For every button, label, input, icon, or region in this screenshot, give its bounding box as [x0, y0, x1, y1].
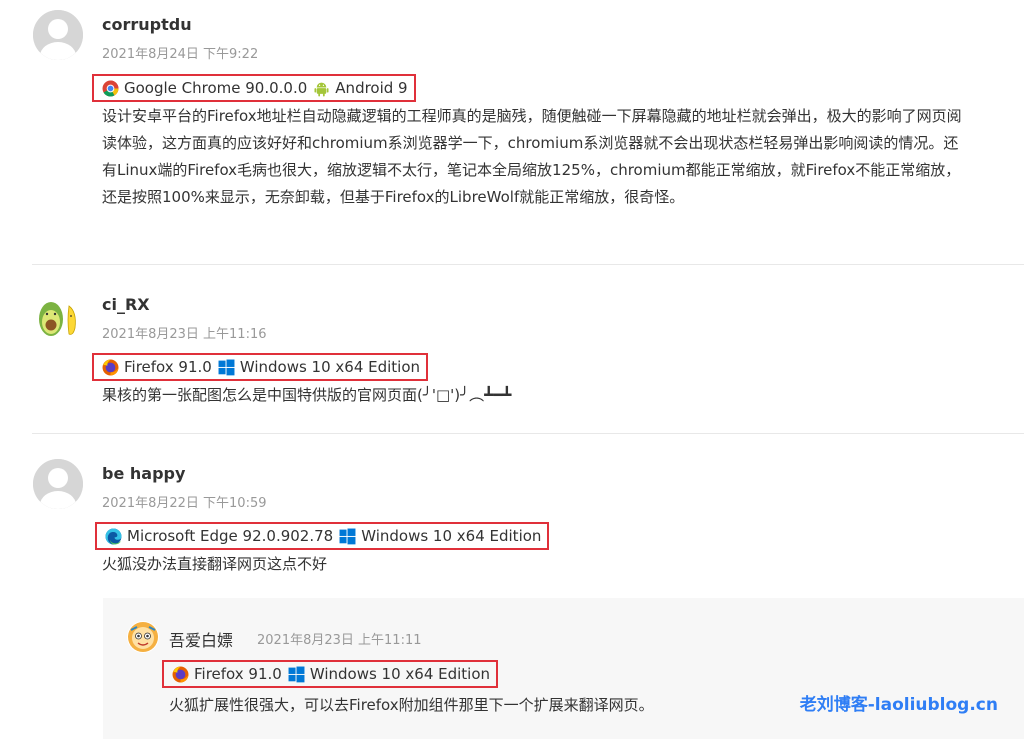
comment-text: 果核的第一张配图怎么是中国特供版的官网页面(╯'□')╯︵┻━┻: [102, 386, 512, 404]
default-avatar[interactable]: [33, 459, 83, 509]
comment-text: 设计安卓平台的Firefox地址栏自动隐藏逻辑的工程师真的是脑残，随便触碰一下屏…: [102, 107, 962, 206]
firefox-icon: [102, 359, 119, 376]
user-agent-info: Microsoft Edge 92.0.902.78 Windows 10 x6…: [95, 522, 550, 550]
comment-text: 火狐没办法直接翻译网页这点不好: [102, 555, 328, 573]
browser-name: Google Chrome 90.0.0.0: [124, 79, 308, 97]
browser-name: Firefox 91.0: [124, 358, 212, 376]
browser-name: Firefox 91.0: [194, 665, 282, 683]
windows-icon: [218, 359, 235, 376]
comment-divider: [32, 433, 1024, 434]
windows-icon: [288, 666, 305, 683]
reply-author[interactable]: 吾爱白嫖: [169, 627, 233, 651]
comment-divider: [32, 264, 1024, 265]
windows-icon: [339, 528, 356, 545]
comment-date[interactable]: 2021年8月22日 下午10:59: [102, 492, 267, 511]
os-name: Android 9: [335, 79, 408, 97]
comment-date[interactable]: 2021年8月23日 上午11:16: [102, 323, 267, 342]
reply-text: 火狐扩展性很强大，可以去Firefox附加组件那里下一个扩展来翻译网页。: [169, 696, 654, 714]
os-name: Windows 10 x64 Edition: [361, 527, 542, 545]
comment-date[interactable]: 2021年8月24日 下午9:22: [102, 43, 258, 62]
user-agent-info: Google Chrome 90.0.0.0 Android 9: [92, 74, 416, 102]
user-agent-info: Firefox 91.0 Windows 10 x64 Edition: [162, 660, 499, 688]
os-name: Windows 10 x64 Edition: [309, 665, 491, 683]
comment-author[interactable]: ci_RX: [102, 295, 150, 314]
reply-date[interactable]: 2021年8月23日 上午11:11: [257, 629, 422, 648]
watermark-text: 老刘博客-laoliublog.cn: [799, 695, 998, 715]
browser-name: Microsoft Edge 92.0.902.78: [127, 527, 334, 545]
cartoon-avatar[interactable]: [127, 621, 159, 653]
firefox-icon: [172, 666, 189, 683]
chrome-icon: [102, 80, 119, 97]
os-name: Windows 10 x64 Edition: [239, 358, 421, 376]
default-avatar[interactable]: [33, 10, 83, 60]
comment-author[interactable]: corruptdu: [102, 15, 192, 34]
edge-icon: [105, 528, 122, 545]
android-icon: [313, 80, 330, 97]
avocado-avatar[interactable]: [33, 290, 83, 340]
comment-author[interactable]: be happy: [102, 464, 185, 483]
user-agent-info: Firefox 91.0 Windows 10 x64 Edition: [92, 353, 429, 381]
